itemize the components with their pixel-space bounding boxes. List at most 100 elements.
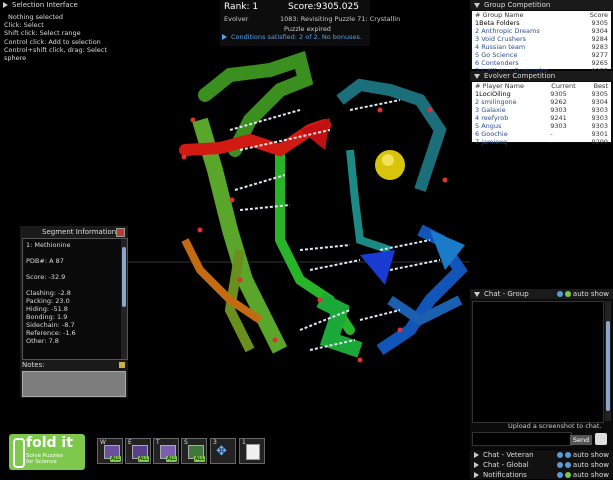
auto-show-toggle-icon[interactable] bbox=[564, 472, 571, 478]
logo-brand: fold it bbox=[26, 435, 73, 451]
chat-veteran-row[interactable]: Chat - Veteran auto show bbox=[470, 450, 613, 460]
evolver-list[interactable]: # Player Name Current Best 1LociOiling 9305… bbox=[472, 82, 611, 146]
evolver-competition-panel: Evolver Competition # Player Name Current… bbox=[470, 71, 613, 146]
ribbon-icon bbox=[13, 438, 25, 468]
expand-arrow-icon[interactable] bbox=[474, 462, 479, 468]
scrollbar[interactable] bbox=[605, 301, 611, 421]
auto-show-toggle-icon[interactable] bbox=[564, 452, 571, 458]
column-header-current: Current bbox=[551, 82, 576, 90]
group-competition-header[interactable]: Group Competition bbox=[470, 0, 613, 10]
list-item[interactable]: 1LociOiling 9305 9305 bbox=[472, 90, 611, 98]
chat-hint: Upload a screenshot to chat. bbox=[508, 422, 602, 430]
group-list[interactable]: # Group Name Score 1Beta Folders 9305 2 An… bbox=[472, 11, 611, 75]
notes-icon[interactable] bbox=[119, 362, 125, 368]
list-item[interactable]: 6 Goochie -9301 bbox=[472, 130, 611, 138]
collapse-arrow-icon[interactable] bbox=[474, 73, 480, 79]
shake-all-button[interactable]: S ALL bbox=[181, 438, 207, 464]
score-label: Score: bbox=[288, 2, 317, 12]
selection-panel: Selection Interface Nothing selected Cli… bbox=[0, 0, 120, 66]
info-icon[interactable] bbox=[556, 472, 563, 478]
scrollbar-thumb[interactable] bbox=[122, 247, 126, 307]
segment-stat: Reference: -1.6 bbox=[26, 329, 76, 337]
segment-info-box: 1: Methionine PDB#: A 87 Score: -32.9 Cl… bbox=[22, 238, 128, 360]
t-all-button[interactable]: T ALL bbox=[153, 438, 179, 464]
close-icon[interactable] bbox=[116, 228, 125, 237]
list-item[interactable]: 5 Go Science 9277 bbox=[472, 51, 611, 59]
selection-line: Click: Select bbox=[4, 21, 44, 30]
auto-show-toggle-icon[interactable] bbox=[564, 462, 571, 468]
note-icon bbox=[246, 444, 260, 460]
auto-show-label: auto show bbox=[572, 290, 609, 298]
mode-label: Evolver bbox=[224, 15, 249, 23]
wiggle-all-button[interactable]: W ALL bbox=[97, 438, 123, 464]
conditions-row[interactable]: Conditions satisfied: 2 of 2. No bonuses… bbox=[222, 33, 370, 41]
notes-label: Notes: bbox=[22, 361, 45, 369]
auto-show-label: auto show bbox=[572, 461, 609, 469]
scrollbar[interactable] bbox=[121, 239, 127, 359]
column-header-score: Score bbox=[589, 11, 608, 19]
e-all-button[interactable]: E ALL bbox=[125, 438, 151, 464]
selection-line: Nothing selected bbox=[8, 13, 64, 21]
info-icon[interactable] bbox=[556, 452, 563, 458]
list-item[interactable]: 4 Russian team 9283 bbox=[472, 43, 611, 51]
chat-input[interactable] bbox=[472, 432, 572, 446]
auto-show-toggle-icon[interactable] bbox=[564, 291, 571, 297]
selection-line: Control+shift click, drag: Select bbox=[4, 45, 107, 54]
segment-stat: Sidechain: -8.7 bbox=[26, 321, 75, 329]
segment-name: 1: Methionine bbox=[26, 241, 71, 249]
list-item[interactable]: 4 reefyrob 9241 9303 bbox=[472, 114, 611, 122]
evolver-competition-header[interactable]: Evolver Competition bbox=[470, 71, 613, 81]
move-arrows-icon: ✥ bbox=[216, 444, 227, 459]
segment-stat: Other: 7.8 bbox=[26, 337, 59, 345]
collapse-arrow-icon[interactable] bbox=[474, 291, 480, 297]
chat-group-header[interactable]: Chat - Group auto show bbox=[470, 289, 613, 299]
move-button[interactable]: 3 ✥ bbox=[210, 438, 236, 464]
segment-stat: Hiding: -51.8 bbox=[26, 305, 68, 313]
segment-stat: Bonding: 1.9 bbox=[26, 313, 68, 321]
screenshot-icon[interactable] bbox=[595, 433, 607, 445]
notes-button[interactable]: 1 bbox=[239, 438, 265, 464]
selection-line: Shift click: Select range bbox=[4, 29, 81, 38]
auto-show-label: auto show bbox=[572, 451, 609, 459]
list-item[interactable]: 7 jamiexq -9299 bbox=[472, 138, 611, 146]
column-header-group-name: # Group Name bbox=[475, 11, 524, 19]
notes-field[interactable] bbox=[22, 371, 126, 397]
info-icon[interactable] bbox=[556, 462, 563, 468]
selection-line: Control click: Add to selection bbox=[4, 37, 101, 46]
list-item[interactable]: 3 Void Crushers 9284 bbox=[472, 35, 611, 43]
selection-line: sphere bbox=[4, 54, 27, 63]
segment-info-panel: Segment Information 1: Methionine PDB#: … bbox=[20, 226, 128, 398]
rank-label: Rank: 1 bbox=[224, 2, 259, 12]
logo-tagline: Solve Puzzles for Science bbox=[26, 453, 64, 465]
auto-show-label: auto show bbox=[572, 471, 609, 479]
puzzle-status: Puzzle expired bbox=[284, 25, 331, 33]
expand-arrow-icon[interactable] bbox=[474, 452, 479, 458]
notifications-row[interactable]: Notifications auto show bbox=[470, 470, 613, 479]
collapse-arrow-icon[interactable] bbox=[3, 2, 8, 8]
segment-score: Score: -32.9 bbox=[26, 273, 66, 281]
list-item[interactable]: 3 Galaxie 9303 9303 bbox=[472, 106, 611, 114]
list-item[interactable]: 2 smilingone 9262 9304 bbox=[472, 98, 611, 106]
list-item[interactable]: 2 Anthropic Dreams 9304 bbox=[472, 27, 611, 35]
group-competition-panel: Group Competition # Group Name Score 1Bet… bbox=[470, 0, 613, 75]
selection-help: Nothing selected Click: Select Shift cli… bbox=[4, 13, 107, 62]
selection-title: Selection Interface bbox=[3, 1, 78, 9]
foldit-logo[interactable]: fold it Solve Puzzles for Science bbox=[9, 434, 85, 470]
segment-pdb: PDB#: A 87 bbox=[26, 257, 64, 265]
expand-arrow-icon[interactable] bbox=[222, 34, 227, 40]
scrollbar-thumb[interactable] bbox=[606, 321, 610, 411]
segment-info-title: Segment Information bbox=[42, 228, 117, 236]
list-item[interactable]: 6 Contenders 9265 bbox=[472, 59, 611, 67]
info-icon[interactable] bbox=[556, 291, 563, 297]
send-button[interactable]: Send bbox=[570, 435, 592, 445]
segment-stat: Clashing: -2.8 bbox=[26, 289, 71, 297]
chat-global-row[interactable]: Chat - Global auto show bbox=[470, 460, 613, 470]
score-value: 9305.025 bbox=[316, 2, 359, 12]
puzzle-title: 1083: Revisiting Puzzle 71: Crystallin bbox=[280, 15, 401, 23]
expand-arrow-icon[interactable] bbox=[474, 472, 479, 478]
list-item[interactable]: 1Beta Folders 9305 bbox=[472, 19, 611, 27]
chat-group-panel: Chat - Group auto show Upload a screensh… bbox=[470, 289, 613, 449]
collapse-arrow-icon[interactable] bbox=[474, 2, 480, 8]
list-item[interactable]: 5 Angus 9303 9303 bbox=[472, 122, 611, 130]
chat-log[interactable] bbox=[472, 301, 604, 423]
